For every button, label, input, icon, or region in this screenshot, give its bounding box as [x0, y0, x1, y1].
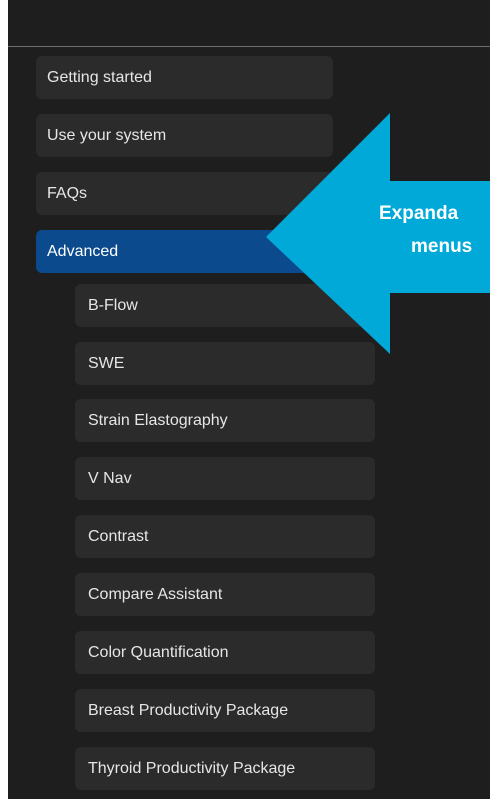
help-menu-panel: Getting started Use your system FAQs Adv…: [8, 0, 490, 799]
submenu-item-breast-productivity-package[interactable]: Breast Productivity Package: [75, 689, 375, 732]
submenu-item-contrast[interactable]: Contrast: [75, 515, 375, 558]
menu-item-faqs[interactable]: FAQs: [36, 172, 333, 215]
submenu-item-thyroid-productivity-package[interactable]: Thyroid Productivity Package: [75, 747, 375, 790]
submenu-item-b-flow[interactable]: B-Flow: [75, 284, 375, 327]
menu-item-use-your-system[interactable]: Use your system: [36, 114, 333, 157]
submenu-item-compare-assistant[interactable]: Compare Assistant: [75, 573, 375, 616]
menu-item-getting-started[interactable]: Getting started: [36, 56, 333, 99]
menu-item-advanced[interactable]: Advanced: [36, 230, 333, 273]
submenu-item-v-nav[interactable]: V Nav: [75, 457, 375, 500]
submenu-item-swe[interactable]: SWE: [75, 342, 375, 385]
submenu-item-strain-elastography[interactable]: Strain Elastography: [75, 399, 375, 442]
submenu-item-color-quantification[interactable]: Color Quantification: [75, 631, 375, 674]
navigation-menu: Getting started Use your system FAQs Adv…: [8, 0, 490, 799]
